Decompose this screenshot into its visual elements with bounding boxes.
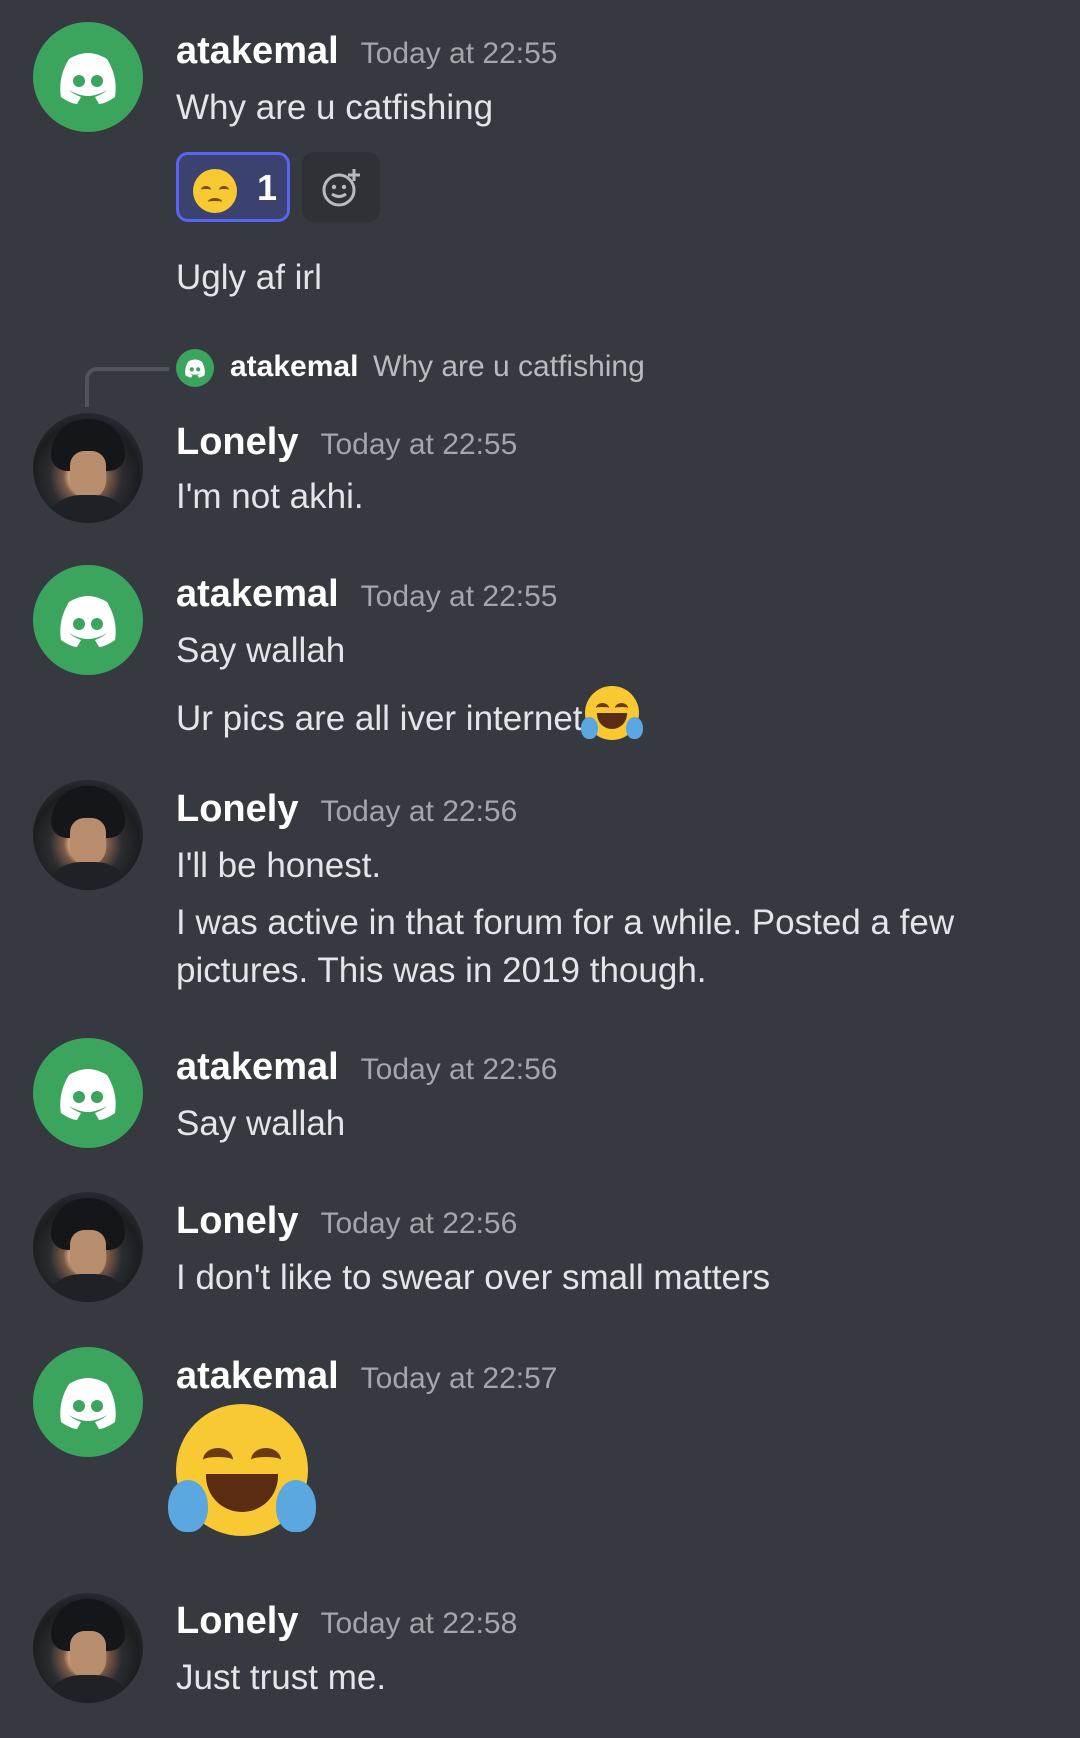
message-lonely-4: Lonely Today at 22:58 Just trust me. — [0, 0, 1080, 1738]
message-header: Lonely Today at 22:58 — [176, 1600, 517, 1643]
user-photo-avatar[interactable] — [33, 1593, 143, 1703]
username[interactable]: Lonely — [176, 1600, 298, 1642]
message-text: Just trust me. — [176, 1658, 387, 1697]
timestamp: Today at 22:58 — [320, 1607, 518, 1640]
